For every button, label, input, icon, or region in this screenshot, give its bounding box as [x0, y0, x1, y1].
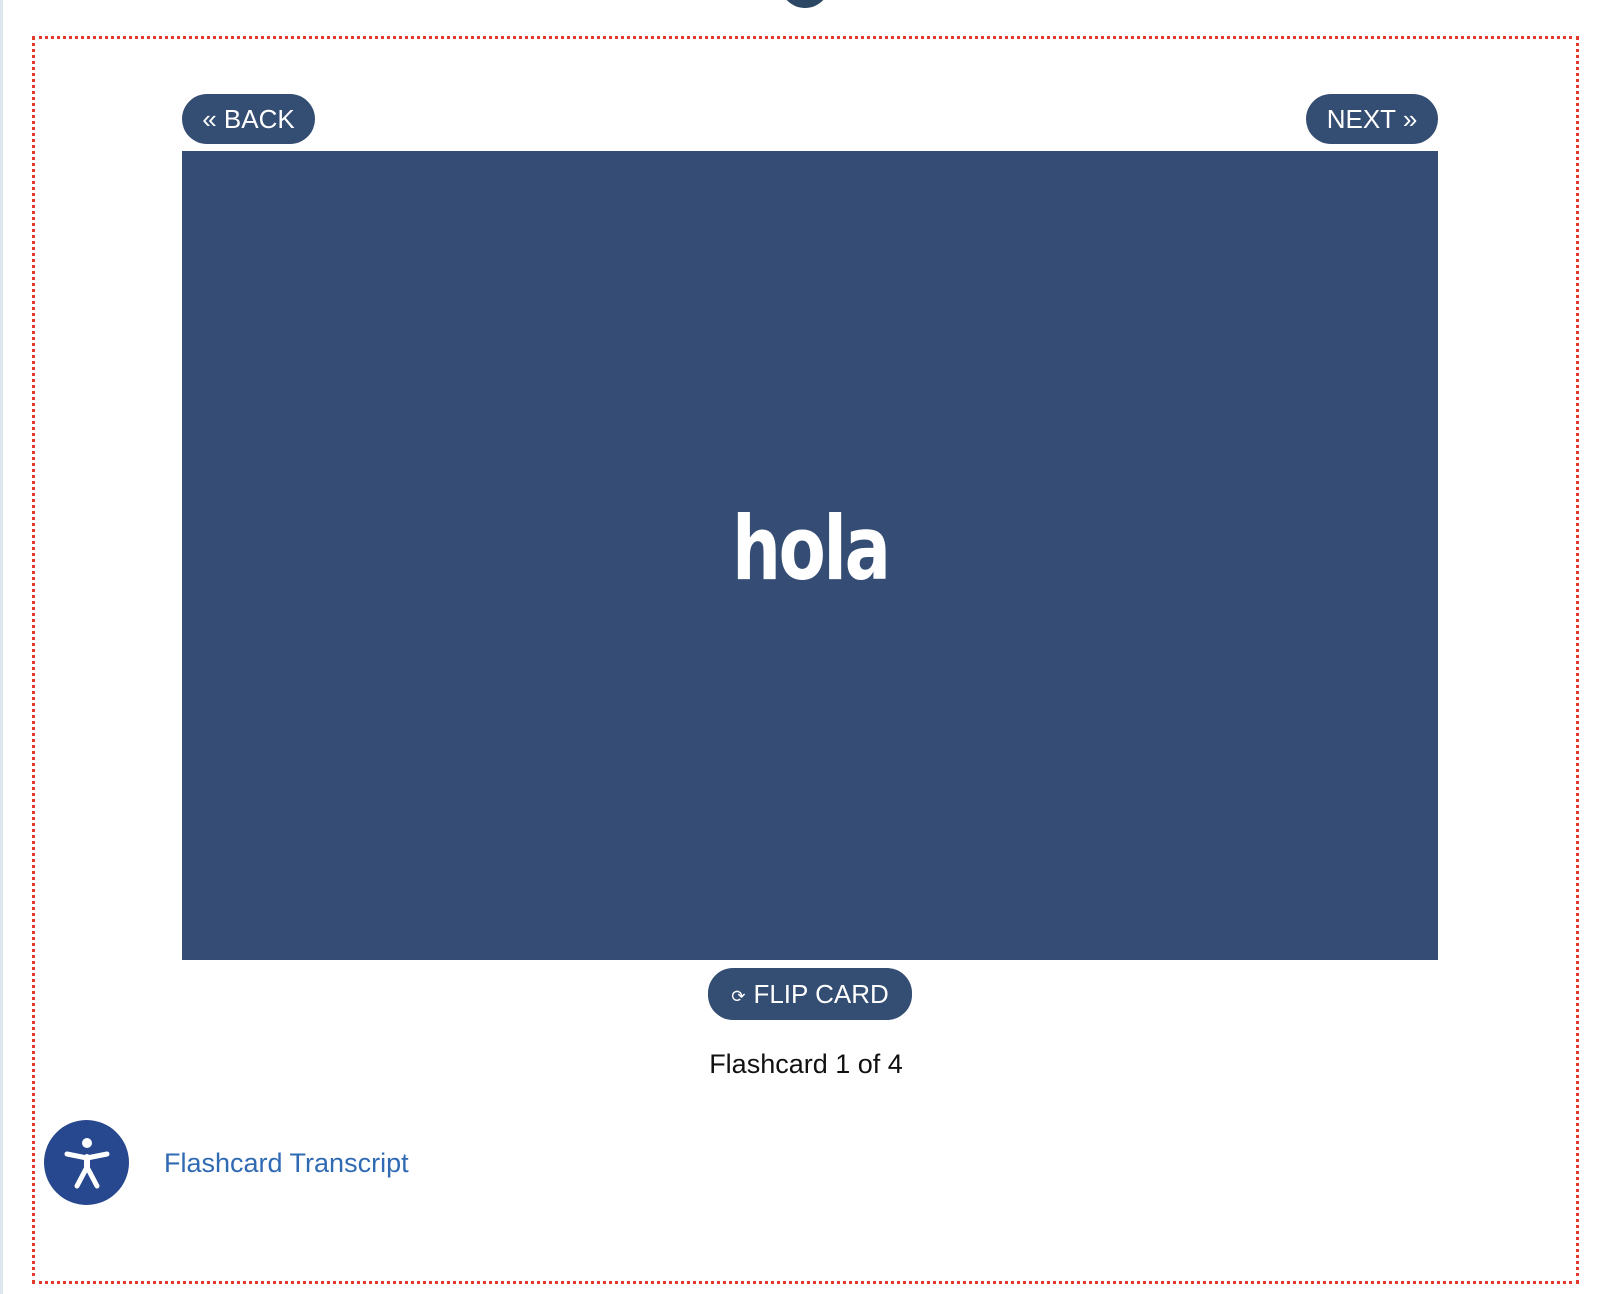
next-button[interactable]: NEXT »	[1306, 94, 1438, 144]
accessibility-button[interactable]	[44, 1120, 129, 1205]
left-edge-divider	[0, 0, 3, 1294]
accessibility-person-icon	[64, 1137, 109, 1188]
flip-card-button[interactable]: ⟳ FLIP CARD	[708, 968, 912, 1020]
flashcard[interactable]: hola	[182, 151, 1438, 960]
flip-icon: ⟳	[731, 986, 746, 1006]
flashcard-counter: Flashcard 1 of 4	[709, 1049, 903, 1079]
top-scroll-indicator[interactable]	[780, 0, 830, 8]
back-button[interactable]: « BACK	[182, 94, 315, 144]
flashcard-transcript-link[interactable]: Flashcard Transcript	[164, 1145, 409, 1181]
flip-card-label: FLIP CARD	[753, 979, 889, 1009]
flashcard-term: hola	[731, 496, 891, 600]
page: « BACK NEXT » hola ⟳ FLIP CARD Flashcard…	[0, 0, 1612, 1294]
